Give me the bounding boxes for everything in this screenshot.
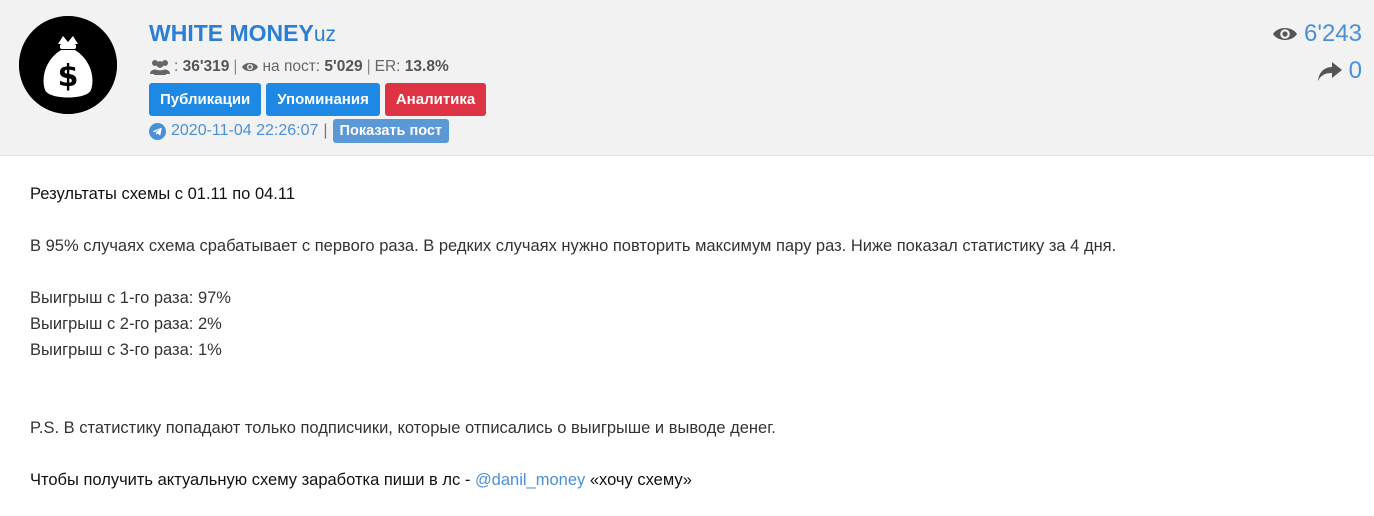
contact-link[interactable]: @danil_money bbox=[475, 471, 585, 489]
views-counter: 6'243 bbox=[1272, 20, 1362, 48]
channel-suffix: uz bbox=[313, 23, 337, 46]
post-intro: В 95% случаях схема срабатывает с первог… bbox=[30, 237, 1117, 255]
share-arrow-icon bbox=[1317, 62, 1342, 81]
per-post-value: 5'029 bbox=[324, 58, 363, 75]
users-icon bbox=[150, 60, 170, 75]
shares-count: 0 bbox=[1348, 57, 1362, 84]
channel-actions: Публикации Упоминания Аналитика bbox=[149, 83, 487, 116]
meta-separator: | bbox=[323, 122, 328, 139]
analytics-button[interactable]: Аналитика bbox=[384, 83, 487, 116]
channel-name[interactable]: WHITE MONEY bbox=[149, 20, 314, 46]
stats-separator: | bbox=[233, 58, 238, 75]
post-ps: P.S. В статистику попадают только подпис… bbox=[30, 419, 776, 437]
stats-separator-2: | bbox=[366, 58, 371, 75]
money-bag-dollar-icon: $ bbox=[19, 16, 117, 114]
post-card: $ WHITE MONEYuz : 36'319 | на пост: 5'02… bbox=[0, 0, 1374, 516]
per-post-label: на пост: bbox=[262, 58, 321, 75]
show-post-button[interactable]: Показать пост bbox=[332, 119, 450, 143]
channel-title[interactable]: WHITE MONEYuz bbox=[149, 18, 486, 50]
win-line: Выигрыш с 1-го раза: 97% bbox=[30, 289, 231, 307]
channel-info: WHITE MONEYuz : 36'319 | на пост: 5'029 … bbox=[149, 18, 487, 143]
cta-text: Чтобы получить актуальную схему заработк… bbox=[30, 471, 471, 489]
channel-stats: : 36'319 | на пост: 5'029 | ER: 13.8% bbox=[149, 56, 486, 78]
publications-button[interactable]: Публикации bbox=[149, 83, 262, 116]
post-title: Результаты схемы с 01.11 по 04.11 bbox=[30, 185, 296, 203]
post-header: $ WHITE MONEYuz : 36'319 | на пост: 5'02… bbox=[0, 0, 1374, 156]
post-meta: 2020-11-04 22:26:07 | Показать пост bbox=[149, 119, 486, 143]
eye-icon bbox=[1273, 28, 1298, 40]
post-body: Результаты схемы с 01.11 по 04.11 В 95% … bbox=[30, 181, 1350, 493]
telegram-icon bbox=[149, 122, 166, 140]
eye-icon bbox=[242, 62, 259, 72]
er-value: 13.8% bbox=[404, 58, 449, 75]
win-line: Выигрыш с 2-го раза: 2% bbox=[30, 315, 222, 333]
subscribers-count: 36'319 bbox=[182, 58, 230, 75]
er-label: ER: bbox=[374, 58, 401, 75]
cta-suffix: «хочу схему» bbox=[589, 471, 692, 489]
views-count: 6'243 bbox=[1304, 20, 1362, 47]
post-cta: Чтобы получить актуальную схему заработк… bbox=[30, 467, 1350, 493]
svg-text:$: $ bbox=[58, 59, 79, 94]
mentions-button[interactable]: Упоминания bbox=[266, 83, 380, 116]
post-datetime[interactable]: 2020-11-04 22:26:07 bbox=[171, 122, 318, 140]
shares-counter: 0 bbox=[1317, 57, 1362, 85]
win-line: Выигрыш с 3-го раза: 1% bbox=[30, 341, 222, 359]
channel-avatar[interactable]: $ bbox=[19, 16, 117, 114]
